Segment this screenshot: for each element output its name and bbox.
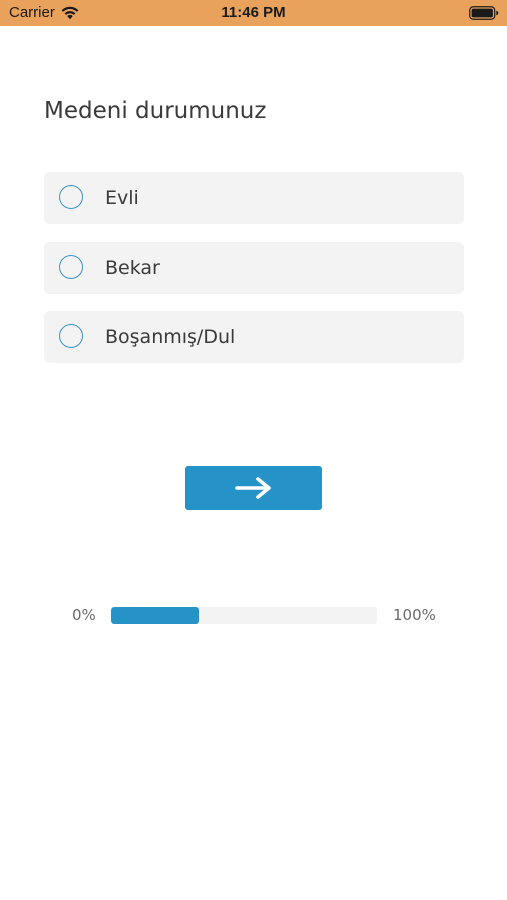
- option-bosanmis-dul[interactable]: Boşanmış/Dul: [44, 311, 464, 363]
- radio-button[interactable]: [59, 324, 83, 348]
- option-bekar[interactable]: Bekar: [44, 242, 464, 294]
- radio-button[interactable]: [59, 255, 83, 279]
- radio-button[interactable]: [59, 185, 83, 209]
- option-label: Evli: [105, 187, 139, 209]
- status-bar: Carrier 11:46 PM: [0, 0, 507, 26]
- next-button[interactable]: [185, 466, 322, 510]
- progress-bar: [111, 607, 377, 624]
- option-label: Boşanmış/Dul: [105, 326, 236, 348]
- progress-fill: [111, 607, 199, 624]
- battery-icon: [469, 6, 499, 20]
- question-title: Medeni durumunuz: [44, 98, 267, 124]
- progress-max-label: 100%: [393, 606, 436, 624]
- option-evli[interactable]: Evli: [44, 172, 464, 224]
- option-label: Bekar: [105, 257, 160, 279]
- status-time: 11:46 PM: [221, 4, 286, 21]
- progress-min-label: 0%: [72, 606, 96, 624]
- arrow-right-icon: [235, 477, 271, 499]
